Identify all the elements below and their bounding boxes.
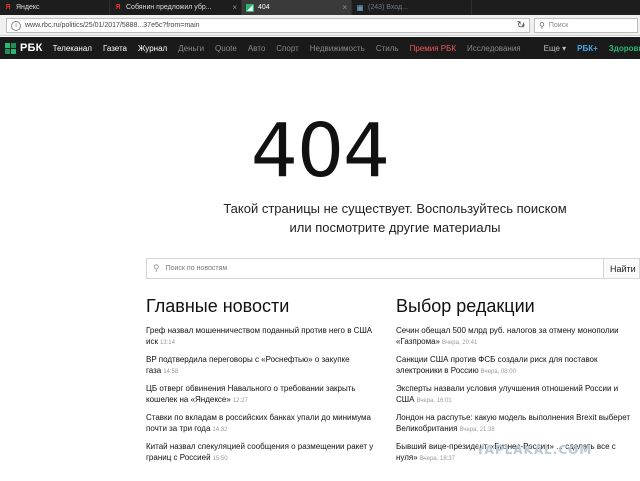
rbc-icon: ◢ [246, 3, 254, 12]
news-time: Вчера, 18:37 [419, 455, 455, 462]
logo-text: РБК [20, 42, 43, 54]
watermark: YAPLAKAL.COM [476, 443, 593, 457]
rbc-logo-icon [5, 42, 17, 54]
url-text: www.rbc.ru/politics/25/01/2017/5888...37… [25, 22, 200, 29]
section-title: Главные новости [146, 296, 290, 316]
nav-item-health[interactable]: Здоровье [609, 44, 640, 53]
news-item[interactable]: Греф назвал мошенничеством поданный прот… [146, 326, 382, 348]
tab-yandex[interactable]: Я Яндекс [0, 0, 110, 15]
nav-item-newspaper[interactable]: Газета [103, 44, 127, 53]
nav-item-realty[interactable]: Недвижимость [310, 44, 365, 53]
yandex-icon: Я [5, 4, 11, 11]
news-time: 13:14 [159, 339, 175, 346]
rbc-logo[interactable]: РБК [0, 42, 43, 54]
news-time: Вчера, 20:41 [442, 339, 478, 346]
reload-icon[interactable]: ↻ [514, 19, 528, 32]
nav-more-button[interactable]: Еще ▾ [544, 44, 567, 53]
search-icon: ⚲ [153, 263, 160, 273]
nav-item-auto[interactable]: Авто [248, 44, 265, 53]
nav-item-sport[interactable]: Спорт [276, 44, 299, 53]
site-nav: РБК Телеканал Газета Журнал Деньги Quote… [0, 37, 640, 59]
news-time: Вчера, 08:00 [480, 368, 516, 375]
browser-search-field[interactable]: ⚲ Поиск [534, 18, 638, 33]
tab-vk[interactable]: ▣ (243) Вход... [352, 0, 472, 15]
news-search-input[interactable] [165, 259, 603, 278]
section-title: Выбор редакции [396, 296, 535, 316]
error-message: Такой страницы не существует. Воспользуй… [205, 199, 585, 237]
news-item[interactable]: ЦБ отверг обвинения Навального о требова… [146, 384, 382, 406]
nav-item-rbc-plus[interactable]: РБК+ [577, 44, 598, 53]
news-time: Вчера, 16:01 [416, 397, 452, 404]
address-bar: i www.rbc.ru/politics/25/01/2017/5888...… [0, 15, 640, 36]
news-time: 12:27 [232, 397, 248, 404]
news-time: Вчера, 21:38 [459, 426, 495, 433]
news-search: ⚲ Найти [146, 258, 640, 279]
nav-item-research[interactable]: Исследования [467, 44, 521, 53]
news-item[interactable]: Эксперты назвали условия улучшения отнош… [396, 384, 640, 406]
info-icon[interactable]: i [11, 20, 21, 31]
nav-item-magazine[interactable]: Журнал [138, 44, 167, 53]
nav-item-quote[interactable]: Quote [215, 44, 237, 53]
tab-label: (243) Вход... [368, 4, 408, 11]
tab-404[interactable]: ◢ 404 × [242, 0, 352, 15]
news-item[interactable]: Китай назвал спекуляцией сообщения о раз… [146, 442, 382, 464]
news-time: 14:58 [163, 368, 179, 375]
error-code: 404 [250, 108, 390, 194]
error-message-line2: или посмотрите другие материалы [289, 220, 501, 235]
vk-icon: ▣ [356, 4, 364, 12]
main-news-section: Главные новости Греф назвал мошенничеств… [146, 296, 382, 471]
nav-item-style[interactable]: Стиль [376, 44, 399, 53]
tab-label: Яндекс [16, 4, 40, 11]
news-item[interactable]: Ставки по вкладам в российских банках уп… [146, 413, 382, 435]
search-button[interactable]: Найти [603, 259, 639, 278]
nav-item-money[interactable]: Деньги [178, 44, 204, 53]
nav-item-premium[interactable]: Премия РБК [410, 44, 456, 53]
news-time: 14:32 [212, 426, 228, 433]
url-field[interactable]: i www.rbc.ru/politics/25/01/2017/5888...… [6, 18, 530, 33]
news-item[interactable]: Сечин обещал 500 млрд руб. налогов за от… [396, 326, 640, 348]
news-time: 15:50 [212, 455, 228, 462]
close-icon[interactable]: × [339, 3, 347, 12]
yandex-icon: Я [115, 4, 121, 11]
news-item[interactable]: BP подтвердила переговоры с «Роснефтью» … [146, 355, 382, 377]
nav-item-tv[interactable]: Телеканал [53, 44, 92, 53]
error-message-line1: Такой страницы не существует. Воспользуй… [223, 201, 567, 216]
news-item[interactable]: Санкции США против ФСБ создали риск для … [396, 355, 640, 377]
search-placeholder: Поиск [548, 22, 569, 29]
close-icon[interactable]: × [229, 3, 237, 12]
tab-label: 404 [258, 4, 270, 11]
news-item[interactable]: Лондон на распутье: какую модель выполне… [396, 413, 640, 435]
tab-sobyanin[interactable]: Я Собянин предложил убр... × [110, 0, 242, 15]
tab-label: Собянин предложил убр... [126, 4, 212, 11]
search-icon: ⚲ [539, 21, 545, 30]
browser-tab-strip: Я Яндекс Я Собянин предложил убр... × ◢ … [0, 0, 640, 15]
